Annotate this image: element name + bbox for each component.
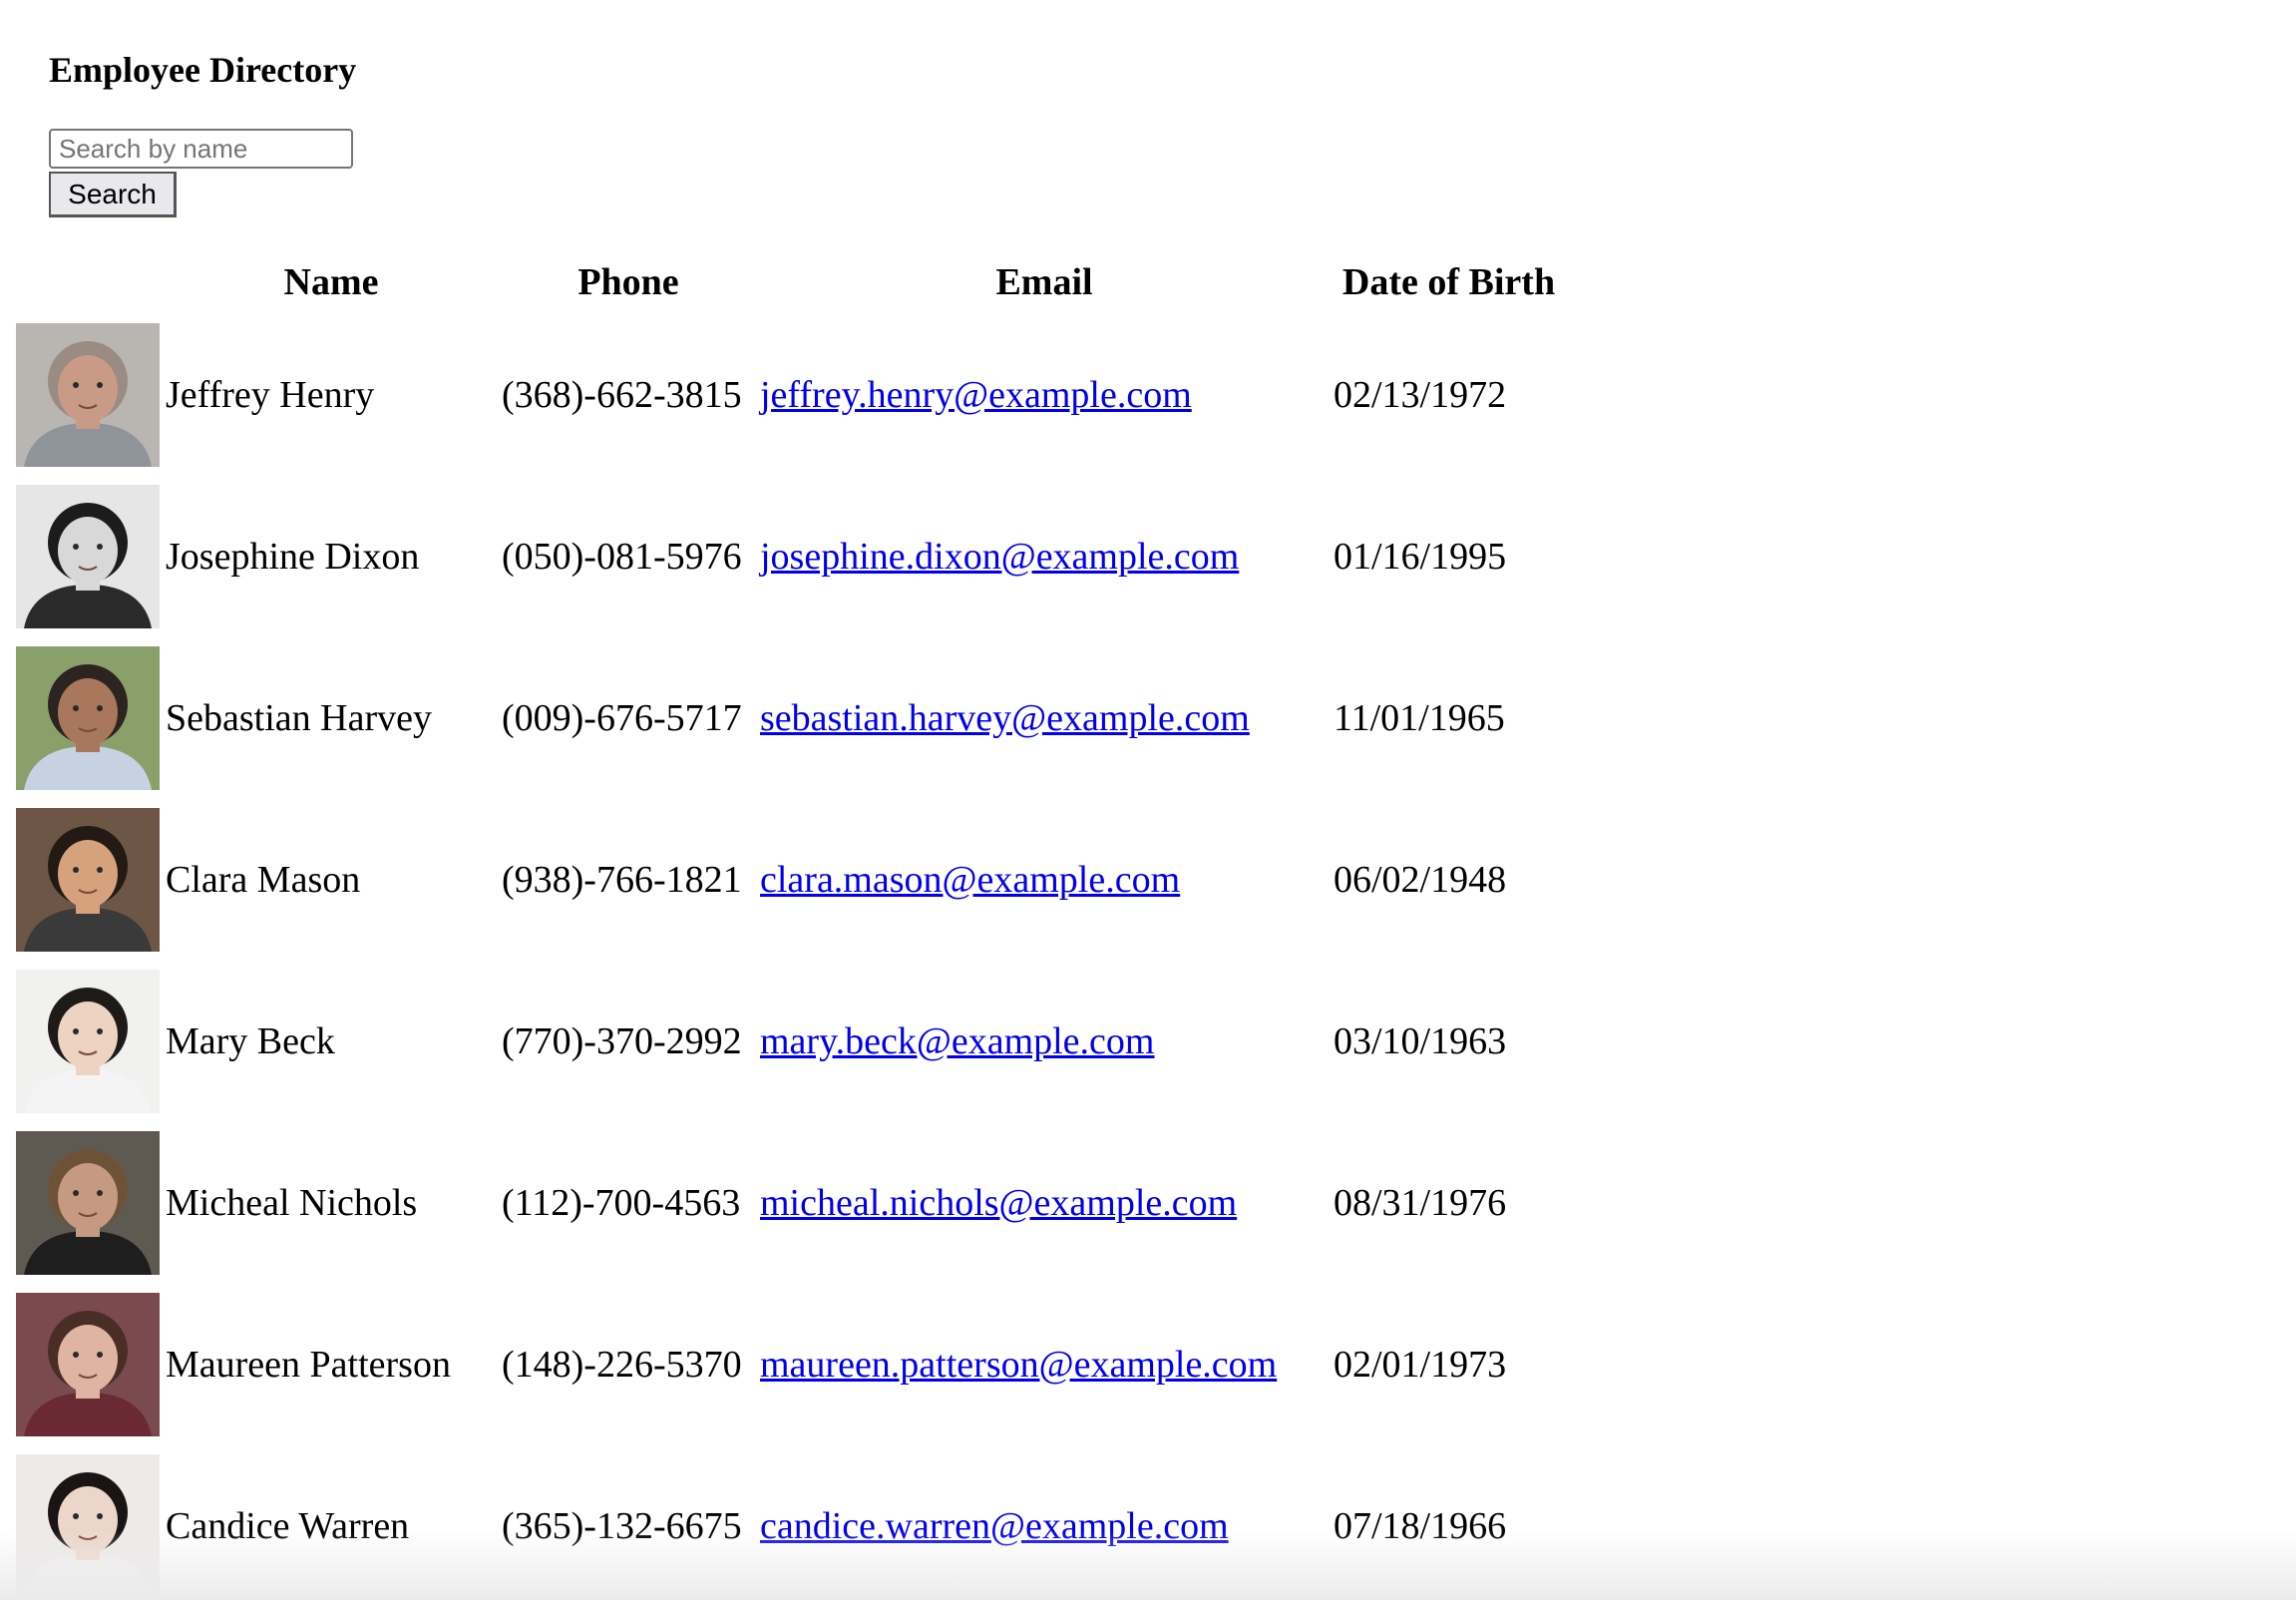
- employee-name: Jeffrey Henry: [166, 373, 375, 416]
- avatar: [16, 645, 160, 790]
- table-header-row: Name Phone Email Date of Birth: [16, 252, 1565, 312]
- table-row: Clara Mason (938)-766-1821 clara.mason@exa…: [16, 800, 1565, 959]
- employee-name: Clara Mason: [166, 858, 361, 901]
- employee-phone: (148)-226-5370: [502, 1343, 742, 1386]
- table-row: Jeffrey Henry (368)-662-3815 jeffrey.henry…: [16, 315, 1565, 474]
- employee-name: Candice Warren: [166, 1504, 410, 1547]
- header-phone[interactable]: Phone: [501, 252, 756, 312]
- header-name[interactable]: Name: [165, 252, 498, 312]
- header-email[interactable]: Email: [759, 252, 1330, 312]
- photo-cell: [16, 638, 162, 797]
- employee-email-link[interactable]: maureen.patterson@example.com: [760, 1344, 1277, 1386]
- employee-phone: (770)-370-2992: [502, 1019, 742, 1062]
- email-cell: candice.warren@example.com: [759, 1446, 1330, 1605]
- table-row: Josephine Dixon (050)-081-5976 josephine.d…: [16, 477, 1565, 635]
- photo-cell: [16, 1285, 162, 1443]
- employee-email-link[interactable]: sebastian.harvey@example.com: [760, 697, 1250, 739]
- employee-email-link[interactable]: candice.warren@example.com: [760, 1505, 1229, 1547]
- employee-name: Maureen Patterson: [166, 1343, 451, 1386]
- search-input[interactable]: [49, 129, 353, 169]
- photo-cell: [16, 962, 162, 1120]
- search-button[interactable]: Search: [49, 172, 177, 217]
- header-dob[interactable]: Date of Birth: [1333, 252, 1565, 312]
- table-row: Candice Warren (365)-132-6675 candice.warr…: [16, 1446, 1565, 1605]
- employee-phone: (938)-766-1821: [502, 858, 742, 901]
- employee-phone: (050)-081-5976: [502, 535, 742, 578]
- photo-cell: [16, 1123, 162, 1282]
- employee-name: Mary Beck: [166, 1019, 335, 1062]
- employee-dob: 01/16/1995: [1334, 535, 1507, 578]
- employee-dob: 11/01/1965: [1334, 696, 1505, 739]
- employee-dob: 03/10/1963: [1334, 1019, 1507, 1062]
- avatar: [16, 1292, 160, 1436]
- photo-cell: [16, 800, 162, 959]
- employee-dob: 02/13/1972: [1334, 373, 1507, 416]
- email-cell: mary.beck@example.com: [759, 962, 1330, 1120]
- email-cell: clara.mason@example.com: [759, 800, 1330, 959]
- employee-name: Micheal Nichols: [166, 1181, 418, 1224]
- employee-phone: (365)-132-6675: [502, 1504, 742, 1547]
- employee-email-link[interactable]: jeffrey.henry@example.com: [760, 374, 1192, 416]
- employee-rows: Jeffrey Henry (368)-662-3815 jeffrey.henry…: [16, 315, 1565, 1605]
- employee-table: Name Phone Email Date of Birth Jeffrey H…: [13, 249, 1568, 1608]
- email-cell: sebastian.harvey@example.com: [759, 638, 1330, 797]
- employee-email-link[interactable]: mary.beck@example.com: [760, 1020, 1154, 1062]
- avatar: [16, 1130, 160, 1275]
- photo-cell: [16, 1446, 162, 1605]
- employee-email-link[interactable]: josephine.dixon@example.com: [760, 536, 1239, 578]
- table-row: Maureen Patterson (148)-226-5370 maureen.p…: [16, 1285, 1565, 1443]
- avatar: [16, 484, 160, 628]
- employee-dob: 02/01/1973: [1334, 1343, 1507, 1386]
- employee-dob: 08/31/1976: [1334, 1181, 1507, 1224]
- employee-dob: 07/18/1966: [1334, 1504, 1507, 1547]
- employee-name: Sebastian Harvey: [166, 696, 432, 739]
- table-row: Micheal Nichols (112)-700-4563 micheal.nic…: [16, 1123, 1565, 1282]
- email-cell: micheal.nichols@example.com: [759, 1123, 1330, 1282]
- email-cell: jeffrey.henry@example.com: [759, 315, 1330, 474]
- avatar: [16, 969, 160, 1113]
- table-row: Sebastian Harvey (009)-676-5717 sebastian.…: [16, 638, 1565, 797]
- avatar: [16, 807, 160, 952]
- employee-email-link[interactable]: micheal.nichols@example.com: [760, 1182, 1237, 1224]
- email-cell: josephine.dixon@example.com: [759, 477, 1330, 635]
- photo-cell: [16, 315, 162, 474]
- page-title: Employee Directory: [49, 50, 357, 90]
- employee-email-link[interactable]: clara.mason@example.com: [760, 859, 1180, 901]
- employee-phone: (368)-662-3815: [502, 373, 742, 416]
- table-row: Mary Beck (770)-370-2992 mary.beck@example…: [16, 962, 1565, 1120]
- employee-name: Josephine Dixon: [166, 535, 420, 578]
- employee-phone: (112)-700-4563: [502, 1181, 741, 1224]
- avatar: [16, 1453, 160, 1598]
- photo-cell: [16, 477, 162, 635]
- email-cell: maureen.patterson@example.com: [759, 1285, 1330, 1443]
- employee-dob: 06/02/1948: [1334, 858, 1507, 901]
- header-photo: [16, 252, 162, 312]
- employee-phone: (009)-676-5717: [502, 696, 742, 739]
- avatar: [16, 322, 160, 467]
